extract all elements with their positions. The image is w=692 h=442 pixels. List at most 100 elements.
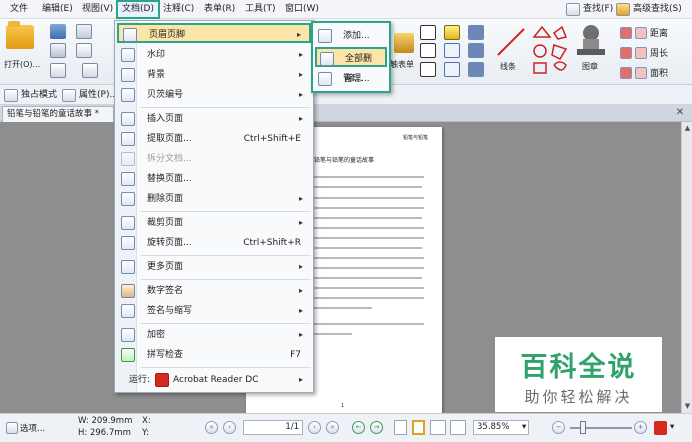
- menu-item-delete-pages[interactable]: 删除页面 ▸: [117, 189, 311, 209]
- submenu-arrow-icon: ▸: [298, 262, 303, 271]
- menu-item-spell-check[interactable]: 拼写检查 F7: [117, 345, 311, 365]
- menu-item-label: 加密: [147, 330, 166, 340]
- text-field-icon[interactable]: [420, 43, 436, 58]
- continuous-facing-view-icon[interactable]: [450, 420, 466, 435]
- zoom-slider-handle[interactable]: [580, 421, 586, 434]
- document-tab[interactable]: 铅笔与铅笔的童话故事 *: [2, 106, 114, 122]
- zoom-out-icon[interactable]: −: [552, 421, 565, 434]
- properties-button[interactable]: 属性(P)...: [62, 87, 118, 103]
- menu-item-extract-pages[interactable]: 提取页面... Ctrl+Shift+E: [117, 129, 311, 149]
- submenu-item-manage[interactable]: 管理...: [315, 69, 387, 89]
- zoom-in-icon[interactable]: +: [634, 421, 647, 434]
- menu-item-encrypt[interactable]: 加密 ▸: [117, 325, 311, 345]
- last-page-icon[interactable]: »: [326, 421, 339, 434]
- text-line: [312, 307, 372, 309]
- status-bar: 选项... W: 209.9mm H: 296.7mm X: Y: « ‹ 1/…: [0, 413, 692, 442]
- attach-icon[interactable]: [468, 43, 484, 58]
- menu-item-label: 旋转页面...: [147, 238, 192, 248]
- next-page-icon[interactable]: ›: [308, 421, 321, 434]
- open-folder-icon[interactable]: [6, 21, 34, 49]
- menu-document[interactable]: 文档(D): [116, 0, 160, 19]
- submenu-arrow-icon: ▸: [298, 194, 303, 203]
- menu-comment[interactable]: 注释(C): [159, 0, 198, 19]
- shapes-icon[interactable]: [528, 23, 568, 81]
- menu-separator: [141, 323, 311, 324]
- close-tab-icon[interactable]: ✕: [674, 107, 686, 119]
- document-area[interactable]: 铅笔与铅笔 铅笔与铅笔的童话故事 1 百科全说 助你轻松解决 ▲ ▼: [0, 122, 692, 413]
- single-page-view-icon[interactable]: [394, 420, 407, 435]
- text-line: [312, 207, 424, 209]
- distance-tool[interactable]: 距离: [620, 25, 668, 40]
- line-tool-icon[interactable]: [494, 25, 528, 59]
- text-line: [312, 227, 424, 229]
- insert-page-icon: [121, 112, 135, 126]
- stamp-icon[interactable]: [574, 23, 608, 59]
- vertical-scrollbar[interactable]: ▲ ▼: [681, 122, 692, 413]
- menu-view[interactable]: 视图(V): [78, 0, 117, 19]
- facing-view-icon[interactable]: [430, 420, 446, 435]
- find-button[interactable]: 查找(F): [566, 2, 613, 17]
- menu-item-run-with[interactable]: 运行: Acrobat Reader DC ▸: [117, 370, 311, 390]
- back-icon[interactable]: ←: [352, 421, 365, 434]
- pdf-dropdown-icon[interactable]: ▾: [670, 422, 674, 432]
- open-label[interactable]: 打开(O)...: [4, 59, 40, 70]
- menu-edit[interactable]: 编辑(E): [38, 0, 77, 19]
- menu-item-watermark[interactable]: 水印 ▸: [117, 45, 311, 65]
- submenu-item-remove-all[interactable]: 全部删除...: [315, 47, 387, 84]
- text-callout-icon[interactable]: [444, 62, 460, 77]
- menu-item-rotate-pages[interactable]: 旋转页面... Ctrl+Shift+R: [117, 233, 311, 253]
- form-label[interactable]: 触表单: [390, 59, 414, 70]
- first-page-icon[interactable]: «: [205, 421, 218, 434]
- continuous-view-icon[interactable]: [412, 420, 425, 435]
- menu-item-replace-pages[interactable]: 替换页面...: [117, 169, 311, 189]
- area-tool[interactable]: 面积: [620, 65, 668, 80]
- menu-item-background[interactable]: 背景 ▸: [117, 65, 311, 85]
- advanced-find-icon: [616, 3, 630, 16]
- menu-item-sign-initials[interactable]: 签名与缩写 ▸: [117, 301, 311, 321]
- lines-label[interactable]: 线条: [500, 61, 516, 72]
- scroll-up-icon[interactable]: ▲: [683, 124, 692, 133]
- form-field-icon[interactable]: [394, 33, 414, 53]
- print-icon[interactable]: [50, 43, 66, 58]
- stamp-label[interactable]: 图章: [582, 61, 598, 72]
- menu-item-label: 页眉页脚: [149, 30, 186, 40]
- prev-page-icon[interactable]: ‹: [223, 421, 236, 434]
- text-box-icon[interactable]: [420, 25, 436, 40]
- new-document-icon[interactable]: [50, 63, 66, 78]
- scroll-down-icon[interactable]: ▼: [683, 402, 692, 411]
- scan-icon[interactable]: [76, 43, 92, 58]
- menu-item-digital-signature[interactable]: 数字签名 ▸: [117, 281, 311, 301]
- pdf-app-icon[interactable]: [654, 421, 667, 435]
- menu-item-label: 删除页面: [147, 194, 184, 204]
- menu-item-bates-numbering[interactable]: 贝茨编号 ▸: [117, 85, 311, 105]
- zoom-input[interactable]: 35.85%: [473, 420, 529, 435]
- advanced-find-button[interactable]: 高级查找(S): [616, 2, 682, 17]
- zoom-dropdown-icon[interactable]: ▾: [522, 422, 526, 432]
- menu-file[interactable]: 文件: [6, 0, 32, 19]
- menu-item-more-pages[interactable]: 更多页面 ▸: [117, 257, 311, 277]
- sound-icon[interactable]: [468, 62, 484, 77]
- save-icon[interactable]: [50, 24, 66, 39]
- page-number-input[interactable]: 1/1: [243, 420, 303, 435]
- email-icon[interactable]: [76, 24, 92, 39]
- menu-tools[interactable]: 工具(T): [241, 0, 280, 19]
- menu-item-crop-pages[interactable]: 裁剪页面 ▸: [117, 213, 311, 233]
- text-line: [312, 297, 424, 299]
- menu-item-split-document[interactable]: 拆分文档...: [117, 149, 311, 169]
- menu-window[interactable]: 窗口(W): [281, 0, 323, 19]
- options-button[interactable]: 选项...: [6, 422, 45, 434]
- typewriter-icon[interactable]: [444, 25, 460, 40]
- submenu-item-add[interactable]: 添加...: [315, 26, 387, 46]
- menu-item-header-footer[interactable]: 页眉页脚 ▸: [117, 23, 311, 43]
- menu-item-label: 签名与缩写: [147, 306, 193, 316]
- standalone-mode-button[interactable]: 独占模式: [4, 87, 57, 103]
- forward-icon[interactable]: →: [370, 421, 383, 434]
- menu-form[interactable]: 表单(R): [200, 0, 239, 19]
- text-format-icon[interactable]: [444, 43, 460, 58]
- submenu-arrow-icon: ▸: [298, 375, 303, 384]
- menu-item-insert-page[interactable]: 插入页面 ▸: [117, 109, 311, 129]
- text-align-icon[interactable]: [420, 62, 436, 77]
- perimeter-tool[interactable]: 周长: [620, 45, 668, 60]
- new-from-icon[interactable]: [82, 63, 98, 78]
- pin-icon[interactable]: [468, 25, 484, 40]
